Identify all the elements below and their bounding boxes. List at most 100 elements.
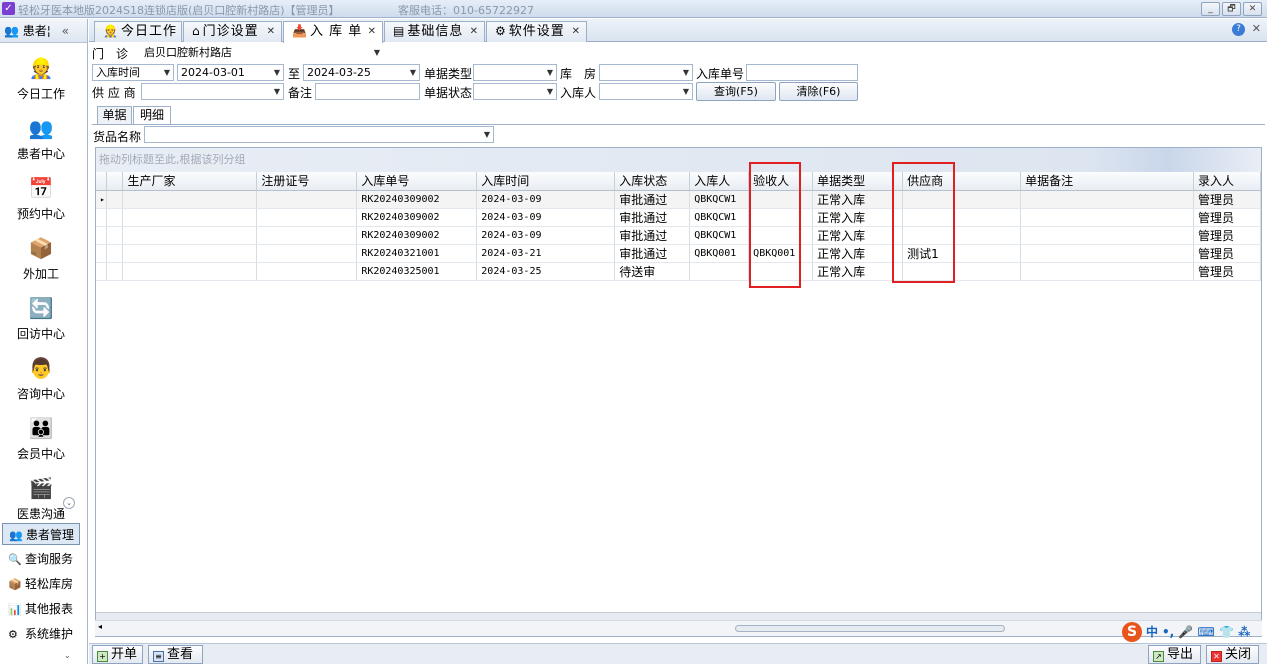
- table-cell: 正常入库: [812, 244, 904, 263]
- sidebar-nav-item[interactable]: 📦 外加工: [0, 235, 82, 282]
- tab-documents[interactable]: 单据: [97, 106, 132, 124]
- ime-extras[interactable]: •, 🎤 ⌨ 👕 ⁂: [1162, 625, 1250, 639]
- scroll-left-icon[interactable]: ◂: [98, 622, 102, 631]
- sidebar-more-icon[interactable]: ⌄: [64, 651, 71, 660]
- close-window-button[interactable]: ✕: [1243, 2, 1262, 16]
- export-button[interactable]: ↗ 导出: [1148, 645, 1201, 664]
- sidebar-nav-item[interactable]: 🔄 回访中心: [0, 295, 82, 342]
- chevron-down-icon: ▼: [483, 130, 490, 139]
- ime-mode[interactable]: 中: [1146, 625, 1158, 639]
- to-label: 至: [288, 67, 301, 81]
- sidebar-header: 👥 患者¦ «: [0, 19, 87, 43]
- sidebar-nav-label: 医患沟通: [16, 507, 65, 521]
- receiver-select[interactable]: ▼: [599, 83, 693, 100]
- remark-input[interactable]: [315, 83, 420, 100]
- close-tab-icon[interactable]: ✕: [572, 22, 581, 41]
- row-indicator[interactable]: [96, 226, 108, 245]
- column-header[interactable]: 生产厂家: [122, 172, 258, 191]
- close-button[interactable]: ✕ 关闭: [1206, 645, 1259, 664]
- date-to-input[interactable]: 2024-03-25 ▼: [303, 64, 420, 81]
- tab-item[interactable]: ⌂ 门诊设置 ✕: [183, 21, 282, 42]
- warehouse-label: 库 房: [560, 67, 597, 81]
- clinic-select[interactable]: 启贝口腔新村路店 ▼: [140, 44, 384, 61]
- calendar-icon: 📅: [28, 176, 54, 200]
- view-doc-icon: ≡: [153, 651, 164, 662]
- close-tab-icon[interactable]: ✕: [267, 22, 276, 41]
- date-field-select[interactable]: 入库时间 ▼: [92, 64, 174, 81]
- doc-status-select[interactable]: ▼: [473, 83, 557, 100]
- app-check-icon: ✓: [2, 2, 15, 15]
- group-by-bar[interactable]: 拖动列标题至此,根据该列分组: [96, 148, 1261, 172]
- table-row[interactable]: RK20240321001 2024-03-21 审批通过 QBKQ001 QBKQ00…: [96, 244, 1262, 263]
- row-indicator[interactable]: [96, 208, 108, 227]
- minimize-button[interactable]: _: [1201, 2, 1220, 16]
- new-doc-icon: +: [97, 651, 108, 662]
- table-row[interactable]: RK20240309002 2024-03-09 审批通过 QBKQCW1 正常入库 管理…: [96, 208, 1262, 227]
- support-hotline: 客服电话：010-65722927: [398, 4, 534, 17]
- help-icon[interactable]: ?: [1232, 23, 1245, 36]
- doc-type-select[interactable]: ▼: [473, 64, 557, 81]
- table-row[interactable]: RK20240325001 2024-03-25 待送审 正常入库 管理员: [96, 262, 1262, 281]
- column-header[interactable]: 入库单号: [356, 172, 478, 191]
- sidebar-scroll-down-icon[interactable]: ⌄: [63, 497, 75, 509]
- table-cell: [1020, 226, 1194, 245]
- table-row[interactable]: ▸ RK20240309002 2024-03-09 审批通过 QBKQCW1 正常入库 管…: [96, 190, 1262, 209]
- supplier-select[interactable]: ▼: [141, 83, 284, 100]
- column-header[interactable]: 入库人: [689, 172, 750, 191]
- tab-label: 今日工作: [120, 24, 177, 39]
- tab-details[interactable]: 明细: [133, 106, 171, 125]
- consultant-icon: 👨: [28, 356, 54, 380]
- column-header[interactable]: 单据备注: [1020, 172, 1194, 191]
- sidebar-section-item[interactable]: 📊 其他报表: [2, 598, 80, 620]
- restore-button[interactable]: 🗗: [1222, 2, 1241, 16]
- warehouse-select[interactable]: ▼: [599, 64, 693, 81]
- sidebar-section-item[interactable]: 👥 患者管理: [2, 523, 80, 545]
- tab-item[interactable]: 📥 入 库 单 ✕: [283, 21, 383, 43]
- column-header[interactable]: 录入人: [1193, 172, 1262, 191]
- tab-item[interactable]: 👷 今日工作: [94, 21, 182, 42]
- row-indicator[interactable]: [96, 262, 108, 281]
- row-indicator[interactable]: [96, 244, 108, 263]
- column-header[interactable]: 注册证号: [256, 172, 358, 191]
- sidebar-section-item[interactable]: 📦 轻松库房: [2, 573, 80, 595]
- date-from-input[interactable]: 2024-03-01 ▼: [177, 64, 284, 81]
- table-cell: 管理员: [1193, 208, 1262, 227]
- close-tab-icon[interactable]: ✕: [368, 22, 377, 41]
- sidebar-nav-label: 外加工: [22, 267, 59, 281]
- row-spacer: [106, 244, 124, 263]
- clear-button[interactable]: 清除(F6): [779, 82, 858, 101]
- sidebar-section-item[interactable]: ⚙ 系统维护: [2, 623, 80, 645]
- horizontal-scrollbar[interactable]: ◂: [95, 620, 1262, 636]
- doc-no-input[interactable]: [746, 64, 858, 81]
- table-row[interactable]: RK20240309002 2024-03-09 审批通过 QBKQCW1 正常入库 管理…: [96, 226, 1262, 245]
- close-tab-icon[interactable]: ✕: [470, 22, 479, 41]
- goods-select[interactable]: ▼: [144, 126, 494, 143]
- sidebar-nav-item[interactable]: 👥 患者中心: [0, 115, 82, 162]
- sidebar-nav-item[interactable]: 📅 预约中心: [0, 175, 82, 222]
- collapse-sidebar-button[interactable]: «: [62, 19, 69, 43]
- column-header[interactable]: 入库时间: [476, 172, 616, 191]
- view-button[interactable]: ≡ 查看: [148, 645, 203, 664]
- tab-item[interactable]: ⚙ 软件设置 ✕: [486, 21, 587, 42]
- chevron-down-icon: ▼: [546, 87, 553, 96]
- scrollbar-thumb[interactable]: [735, 625, 1005, 632]
- column-header[interactable]: 单据类型: [812, 172, 904, 191]
- table-cell: 管理员: [1193, 244, 1262, 263]
- sidebar-nav-item[interactable]: 👷 今日工作: [0, 55, 82, 102]
- new-order-button[interactable]: + 开单: [92, 645, 143, 664]
- sidebar-nav-item[interactable]: 👪 会员中心: [0, 415, 82, 462]
- ime-toolbar[interactable]: S 中 •, 🎤 ⌨ 👕 ⁂: [1122, 622, 1250, 644]
- tab-item[interactable]: ▤ 基础信息 ✕: [384, 21, 485, 42]
- detail-table: 生产厂家 注册证号 入库单号 入库时间 入库状态 入库人 验收人 单据类型 供应商 单据备注 录入人…: [96, 172, 1262, 281]
- sidebar-nav-item[interactable]: 👨 咨询中心: [0, 355, 82, 402]
- row-indicator[interactable]: ▸: [96, 190, 108, 209]
- sogou-ime-icon[interactable]: S: [1122, 622, 1142, 642]
- table-cell: 2024-03-09: [476, 226, 616, 245]
- worker-icon: 👷: [28, 56, 54, 80]
- close-all-tabs-icon[interactable]: ✕: [1252, 22, 1261, 35]
- sidebar-section-item[interactable]: 🔍 查询服务: [2, 548, 80, 570]
- home-icon: ⌂: [192, 24, 201, 38]
- column-header[interactable]: 入库状态: [614, 172, 691, 191]
- query-button[interactable]: 查询(F5): [696, 82, 776, 101]
- table-cell: QBKQCW1: [689, 226, 750, 245]
